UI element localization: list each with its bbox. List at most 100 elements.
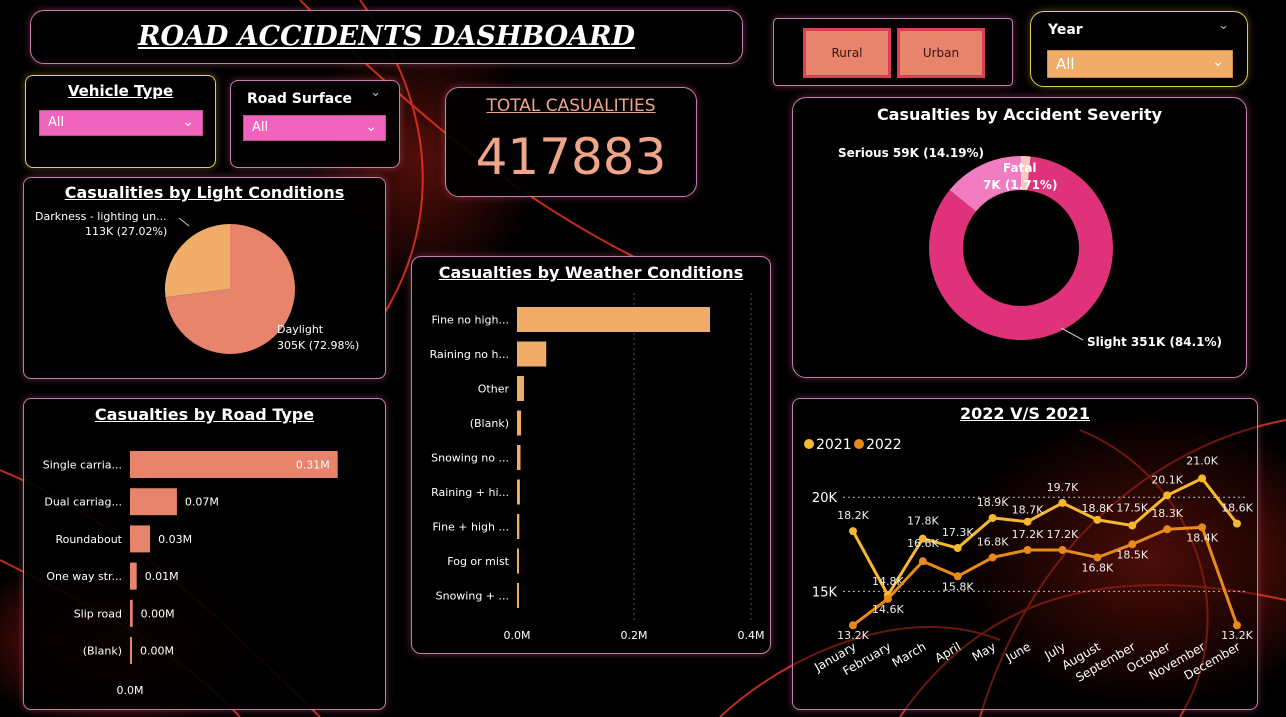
x-tick-label: June	[1003, 639, 1034, 665]
year-comparison-line-chart: 2021 202220K15K18.2K14.8K17.8K17.3K18.9K1…	[804, 437, 1254, 685]
category-label: One way str...	[46, 570, 122, 583]
category-label: (Blank)	[470, 417, 509, 430]
data-label-2021: 17.3K	[942, 526, 974, 539]
x-tick-label: 0.0M	[117, 684, 144, 697]
point-2022	[1233, 621, 1241, 630]
bar-value-label: 0.01M	[145, 570, 179, 583]
data-label-2021: 21.0K	[1186, 454, 1218, 467]
x-tick-label: 0.0M	[504, 629, 531, 642]
data-label-2022: 13.2K	[1221, 629, 1253, 642]
point-2021	[953, 544, 962, 553]
year-slicer: Year ⌄ All ⌄	[1030, 11, 1248, 87]
point-2021	[988, 513, 997, 522]
donut-leader-slight	[1060, 327, 1084, 341]
vehicle-type-label: Vehicle Type	[67, 82, 174, 100]
point-2022	[1198, 523, 1207, 532]
data-label-2022: 17.2K	[1047, 528, 1079, 541]
point-2021	[1198, 474, 1207, 483]
bar-value-label: 0.03M	[158, 533, 192, 546]
chevron-down-icon: ⌄	[365, 119, 377, 135]
category-label: Snowing + ...	[436, 590, 509, 603]
bar	[517, 445, 521, 470]
category-label: Snowing no ...	[431, 452, 509, 465]
category-label: Single carria...	[43, 459, 122, 472]
chevron-down-icon: ⌄	[1212, 54, 1224, 70]
data-label-2022: 18.4K	[1186, 531, 1218, 544]
category-label: Roundabout	[55, 533, 122, 546]
weather-conditions-panel: Casualties by Weather Conditions 0.0M 0.2…	[411, 256, 771, 654]
data-label-2021: 18.2K	[837, 509, 869, 522]
data-label-2022: 14.6K	[872, 603, 904, 616]
legend-label-2022: 2022	[866, 437, 902, 453]
legend-marker-2021	[804, 439, 814, 449]
x-tick-label: 0.2M	[621, 629, 648, 642]
data-label-2021: 19.7K	[1047, 481, 1079, 494]
bar	[130, 599, 133, 627]
year-dropdown[interactable]: All ⌄	[1047, 50, 1233, 78]
road-surface-dropdown-value: All	[252, 120, 269, 135]
data-label-2022: 13.2K	[837, 629, 869, 642]
bar-value-label: 0.31M	[296, 459, 330, 472]
category-label: (Blank)	[83, 645, 122, 658]
bar	[130, 562, 137, 590]
bar	[130, 525, 151, 553]
bar	[517, 376, 525, 401]
road-surface-dropdown[interactable]: All ⌄	[243, 115, 386, 141]
road-type-panel: Casualties by Road Type 0.0M0.2MSingle c…	[23, 398, 386, 710]
donut-label-slight: Slight 351K (84.1%)	[1087, 335, 1222, 349]
pie-leader-darkness	[178, 217, 190, 227]
point-2021	[1233, 519, 1241, 528]
y-tick-label: 20K	[812, 491, 838, 506]
pie-label-daylight: Daylight	[277, 323, 324, 336]
bar-value-label: 0.00M	[140, 645, 174, 658]
road-surface-slicer: Road Surface ⌄ All ⌄	[230, 80, 400, 168]
category-label: Slip road	[74, 607, 122, 620]
vehicle-type-dropdown-value: All	[48, 115, 65, 130]
vehicle-type-dropdown[interactable]: All ⌄	[39, 110, 203, 136]
weather-bar-chart: 0.0M 0.2M 0.4M Fine no high... Raining no h.…	[430, 293, 764, 642]
category-label: Other	[478, 383, 510, 396]
urban-button[interactable]: Urban	[897, 28, 985, 78]
road-surface-label: Road Surface	[247, 91, 353, 107]
point-2021	[1023, 517, 1032, 526]
kpi-label: TOTAL CASUALITIES	[486, 96, 656, 116]
category-label: Raining no h...	[430, 348, 509, 361]
data-label-2021: 20.1K	[1151, 473, 1183, 486]
point-2022	[1058, 545, 1067, 554]
data-label-2022: 17.2K	[1012, 528, 1044, 541]
light-conditions-pie: Darkness - lighting un... 113K (27.02%) Da…	[35, 210, 359, 354]
point-2021	[1093, 515, 1102, 524]
data-label-2022: 16.8K	[977, 535, 1009, 548]
point-2022	[1163, 525, 1172, 534]
kpi-value: 417883	[475, 128, 667, 186]
dashboard-title: ROAD ACCIDENTS DASHBOARD	[138, 21, 635, 52]
year-label: Year	[1048, 22, 1083, 38]
data-label-2022: 18.3K	[1151, 507, 1183, 520]
point-2022	[1023, 545, 1032, 554]
x-tick-label: March	[890, 639, 929, 669]
data-label-2022: 18.5K	[1116, 548, 1148, 561]
road-surface-collapse-icon[interactable]: ⌄	[370, 85, 381, 100]
bar	[517, 307, 711, 332]
pie-value-darkness: 113K (27.02%)	[85, 225, 167, 238]
category-label: Dual carriag...	[44, 496, 122, 509]
bar	[517, 583, 519, 608]
category-label: Fine + high ...	[432, 521, 509, 534]
legend-label-2021: 2021	[816, 437, 852, 453]
point-2022	[953, 572, 962, 581]
data-label-2021: 18.8K	[1082, 502, 1114, 515]
data-label-2021: 17.5K	[1116, 501, 1148, 514]
bar	[517, 479, 520, 505]
rural-button[interactable]: Rural	[803, 28, 891, 78]
x-tick-label: April	[932, 639, 963, 665]
donut-label-serious: Serious 59K (14.19%)	[838, 146, 984, 160]
data-label-2022: 15.8K	[942, 580, 974, 593]
bar	[130, 488, 177, 516]
point-2022	[1128, 540, 1137, 549]
point-2022	[988, 553, 997, 562]
year-collapse-icon[interactable]: ⌄	[1218, 18, 1229, 33]
point-2021	[1058, 498, 1067, 507]
bar-value-label: 0.00M	[141, 607, 175, 620]
category-label: Raining + hi...	[431, 486, 509, 499]
pie-label-darkness: Darkness - lighting un...	[35, 210, 167, 223]
